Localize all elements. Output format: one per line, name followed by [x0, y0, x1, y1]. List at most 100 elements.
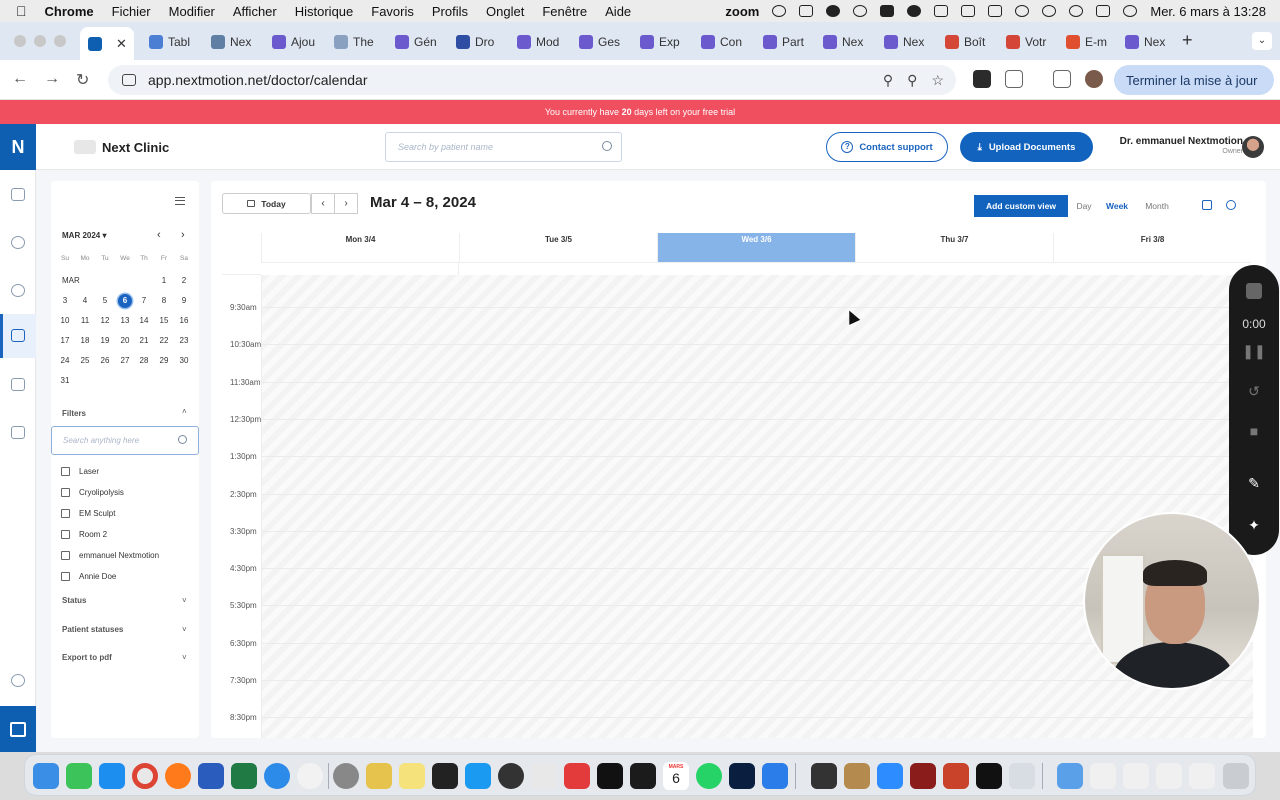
status-section[interactable]: Status	[62, 596, 86, 605]
minimize-window-button[interactable]	[34, 35, 46, 47]
capcut-icon[interactable]	[630, 763, 656, 789]
new-tab-button[interactable]: +	[1182, 30, 1193, 51]
menu-onglet[interactable]: Onglet	[486, 4, 524, 19]
filter-label[interactable]: EM Sculpt	[79, 509, 115, 518]
filter-checkbox[interactable]	[61, 467, 70, 476]
finder-icon[interactable]	[33, 763, 59, 789]
nextmotion-logo[interactable]: N	[0, 124, 36, 170]
day-column-header[interactable]: Thu 3/7	[855, 233, 1053, 263]
filter-checkbox[interactable]	[61, 572, 70, 581]
mini-calendar-day[interactable]: 3	[58, 294, 72, 308]
notes-icon[interactable]	[399, 763, 425, 789]
mini-calendar-day[interactable]: 20	[118, 334, 132, 348]
mini-calendar-day[interactable]: 1	[157, 274, 171, 288]
filter-label[interactable]: Laser	[79, 467, 99, 476]
menu-profils[interactable]: Profils	[432, 4, 468, 19]
edit-icon[interactable]	[1202, 200, 1212, 210]
browser-tab[interactable]: Ajou	[264, 29, 322, 55]
pause-icon[interactable]: ❚❚	[1229, 343, 1279, 360]
apple-icon[interactable]: 	[16, 3, 27, 19]
spotlight-search-icon[interactable]	[1069, 5, 1084, 17]
downloads-folder-icon[interactable]	[1057, 763, 1083, 789]
brightness-icon[interactable]	[772, 5, 787, 17]
apple-tv-icon[interactable]	[976, 763, 1002, 789]
mini-calendar-day[interactable]: 10	[58, 314, 72, 328]
tiktok-icon[interactable]	[597, 763, 623, 789]
close-window-button[interactable]	[14, 35, 26, 47]
mini-calendar-day[interactable]: 23	[177, 334, 191, 348]
messages-icon[interactable]	[66, 763, 92, 789]
mini-calendar-day[interactable]: 9	[177, 294, 191, 308]
messages-icon[interactable]	[11, 426, 25, 439]
profile-avatar[interactable]	[1085, 70, 1103, 88]
mini-calendar-day[interactable]: 22	[157, 334, 171, 348]
menu-fichier[interactable]: Fichier	[112, 4, 151, 19]
mini-calendar-day[interactable]: 12	[98, 314, 112, 328]
mini-calendar-day[interactable]: 2	[177, 274, 191, 288]
app-store-icon[interactable]	[99, 763, 125, 789]
filter-label[interactable]: emmanuel Nextmotion	[79, 551, 159, 560]
patients-icon[interactable]	[11, 236, 25, 249]
menu-favoris[interactable]: Favoris	[371, 4, 414, 19]
address-url[interactable]: app.nextmotion.net/doctor/calendar	[148, 72, 367, 88]
document-thumbnail-icon[interactable]	[1090, 763, 1116, 789]
mini-calendar-day[interactable]: 17	[58, 334, 72, 348]
bookmark-star-icon[interactable]: ☆	[931, 72, 944, 89]
mini-calendar-day[interactable]: 30	[177, 354, 191, 368]
mini-calendar-day[interactable]: 13	[118, 314, 132, 328]
add-custom-view-button[interactable]: Add custom view	[974, 195, 1068, 217]
mini-calendar-month-dropdown[interactable]: MAR 2024 ▾	[62, 231, 107, 240]
stop-recording-button[interactable]	[1246, 283, 1262, 299]
play-icon[interactable]	[826, 5, 841, 17]
preview-icon[interactable]	[762, 763, 788, 789]
wifi-icon[interactable]	[1042, 5, 1057, 17]
stack-icon[interactable]	[880, 5, 895, 17]
tab-active[interactable]: ✕	[80, 27, 134, 60]
trash-icon[interactable]: ■	[1229, 423, 1279, 439]
record-icon[interactable]	[853, 5, 868, 17]
day-column-header-today[interactable]: Wed 3/6	[657, 233, 855, 263]
browser-tab[interactable]: Votr	[998, 29, 1056, 55]
chevron-up-icon[interactable]: ˄	[182, 407, 187, 416]
menu-fenetre[interactable]: Fenêtre	[542, 4, 587, 19]
document-thumbnail-icon[interactable]	[1189, 763, 1215, 789]
folder-app-icon[interactable]	[844, 763, 870, 789]
filter-label[interactable]: Room 2	[79, 530, 107, 539]
webcam-bubble[interactable]	[1083, 512, 1261, 690]
filter-checkbox[interactable]	[61, 530, 70, 539]
excel-icon[interactable]	[231, 763, 257, 789]
back-arrow-icon[interactable]: ←	[12, 70, 28, 88]
menu-afficher[interactable]: Afficher	[233, 4, 277, 19]
menubar-clock[interactable]: Mer. 6 mars à 13:28	[1150, 4, 1266, 19]
mini-calendar-day[interactable]: 24	[58, 354, 72, 368]
browser-tab[interactable]: Boît	[937, 29, 995, 55]
bluetooth-icon[interactable]	[1015, 5, 1030, 17]
settings-gear-icon[interactable]	[11, 674, 25, 687]
mini-calendar-day[interactable]: 31	[58, 374, 72, 388]
reload-icon[interactable]: ↻	[76, 70, 89, 90]
browser-tab[interactable]: Gén	[387, 29, 445, 55]
patient-search-input[interactable]: Search by patient name	[385, 132, 622, 162]
mini-calendar-day[interactable]: 8	[157, 294, 171, 308]
whatsapp-icon[interactable]	[696, 763, 722, 789]
filter-checkbox[interactable]	[61, 551, 70, 560]
mini-calendar-day[interactable]: 29	[157, 354, 171, 368]
check-icon[interactable]	[907, 5, 922, 17]
contact-support-button[interactable]: ? Contact support	[826, 132, 948, 162]
browser-tab[interactable]: E-m	[1058, 29, 1116, 55]
pen-icon[interactable]: ✎	[1229, 475, 1279, 492]
menu-app-name[interactable]: Chrome	[45, 4, 94, 19]
upload-documents-button[interactable]: ⤓ Upload Documents	[960, 132, 1093, 162]
clinic-icon[interactable]	[11, 378, 25, 391]
user-avatar[interactable]	[1242, 136, 1264, 158]
quicktime-icon[interactable]	[498, 763, 524, 789]
trash-bin-icon[interactable]	[1223, 763, 1249, 789]
browser-tab[interactable]: Dro	[448, 29, 506, 55]
browser-tab[interactable]: Con	[693, 29, 751, 55]
restart-icon[interactable]: ↺	[1229, 383, 1279, 400]
screenshot-icon[interactable]	[531, 763, 557, 789]
day-column-header[interactable]: Mon 3/4	[261, 233, 459, 263]
extension-icon[interactable]	[973, 70, 991, 88]
final-cut-icon[interactable]	[432, 763, 458, 789]
next-week-button[interactable]: ›	[334, 193, 358, 214]
